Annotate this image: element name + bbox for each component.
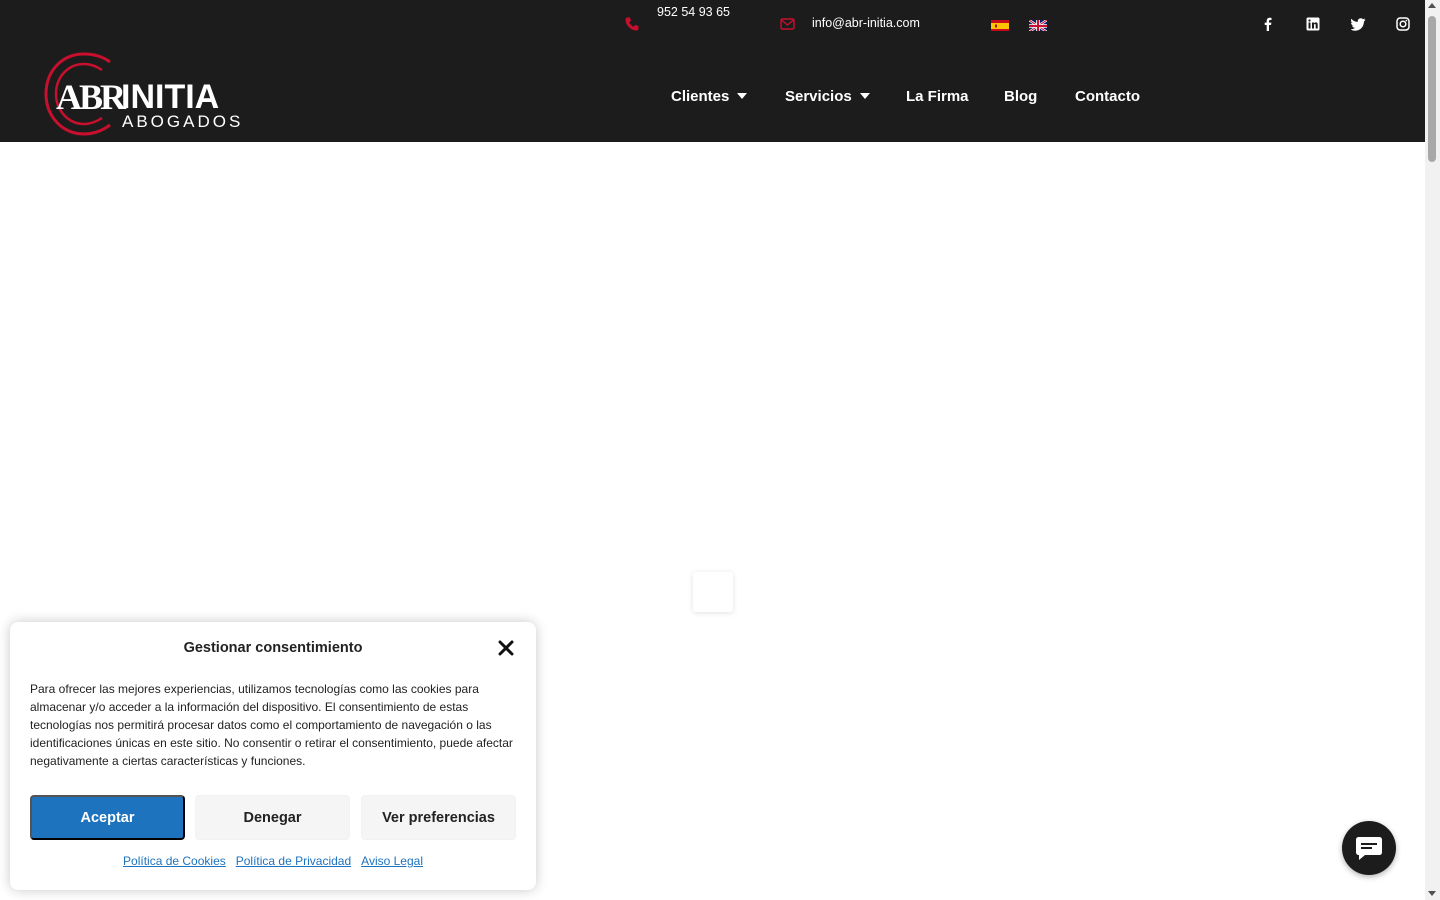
nav-item-clientes[interactable]: Clientes bbox=[671, 86, 748, 106]
facebook-icon[interactable] bbox=[1260, 16, 1276, 32]
email-link[interactable]: info@abr-initia.com bbox=[812, 16, 920, 30]
site-logo[interactable]: ABR INITIA ABOGADOS bbox=[44, 52, 240, 136]
linkedin-icon[interactable] bbox=[1305, 16, 1321, 32]
mail-icon bbox=[780, 18, 795, 30]
nav-item-label: Servicios bbox=[785, 87, 852, 105]
nav-item-servicios[interactable]: Servicios bbox=[785, 86, 870, 106]
caret-down-icon bbox=[737, 93, 748, 99]
scroll-up-icon[interactable] bbox=[1428, 3, 1436, 8]
flag-es-icon[interactable] bbox=[991, 19, 1009, 31]
preferences-button[interactable]: Ver preferencias bbox=[361, 795, 516, 840]
cookie-policy-link[interactable]: Política de Cookies bbox=[123, 854, 226, 868]
site-header: 952 54 93 65 info@abr-initia.com ABR INI… bbox=[0, 0, 1425, 142]
nav-item-label: Clientes bbox=[671, 87, 730, 105]
nav-item-blog[interactable]: Blog bbox=[1004, 86, 1037, 106]
consent-links: Política de Cookies Política de Privacid… bbox=[10, 854, 536, 868]
phone-link[interactable]: 952 54 93 65 bbox=[657, 5, 730, 19]
legal-notice-link[interactable]: Aviso Legal bbox=[361, 854, 423, 868]
deny-button[interactable]: Denegar bbox=[195, 795, 350, 840]
privacy-policy-link[interactable]: Política de Privacidad bbox=[236, 854, 351, 868]
nav-item-contacto[interactable]: Contacto bbox=[1075, 86, 1140, 106]
close-icon[interactable] bbox=[497, 639, 515, 657]
page-scrollbar[interactable] bbox=[1425, 0, 1440, 900]
twitter-icon[interactable] bbox=[1350, 16, 1366, 32]
instagram-icon[interactable] bbox=[1395, 16, 1411, 32]
loading-placeholder bbox=[693, 572, 733, 612]
chat-icon bbox=[1356, 837, 1382, 860]
scroll-thumb[interactable] bbox=[1428, 16, 1436, 162]
consent-title: Gestionar consentimiento bbox=[183, 640, 363, 656]
consent-body: Para ofrecer las mejores experiencias, u… bbox=[30, 682, 513, 768]
nav-item-la-firma[interactable]: La Firma bbox=[906, 86, 969, 106]
cookie-consent-dialog: Gestionar consentimiento Para ofrecer la… bbox=[10, 622, 536, 890]
scroll-down-icon[interactable] bbox=[1428, 891, 1436, 896]
flag-en-icon[interactable] bbox=[1029, 19, 1047, 31]
chat-button[interactable] bbox=[1342, 821, 1396, 875]
accept-button[interactable]: Aceptar bbox=[30, 795, 185, 840]
logo-abr: ABR bbox=[56, 77, 126, 117]
phone-icon bbox=[625, 17, 639, 31]
caret-down-icon bbox=[859, 93, 870, 99]
logo-abogados: ABOGADOS bbox=[122, 112, 244, 131]
